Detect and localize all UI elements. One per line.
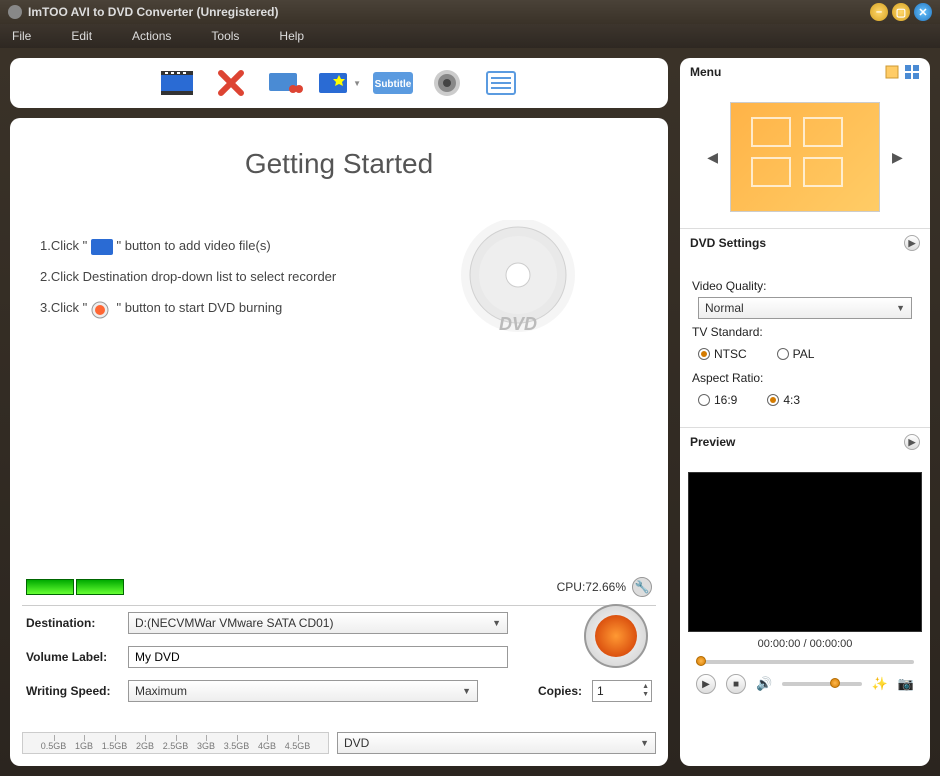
destination-dropdown[interactable]: D:(NECVMWar VMware SATA CD01)▼ (128, 612, 508, 634)
minimize-button[interactable]: – (870, 3, 888, 21)
video-quality-label: Video Quality: (692, 279, 918, 293)
play-button[interactable]: ▶ (696, 674, 716, 694)
dvd-icon: DVD (458, 220, 578, 340)
close-button[interactable]: ✕ (914, 3, 932, 21)
cpu-label: CPU:72.66% (557, 580, 626, 594)
menu-next-button[interactable]: ▶ (888, 145, 907, 170)
template-menu-icon[interactable] (904, 64, 920, 80)
menu-edit[interactable]: Edit (71, 29, 92, 43)
preview-expand-button[interactable]: ▶ (904, 434, 920, 450)
window-title: ImTOO AVI to DVD Converter (Unregistered… (28, 5, 866, 19)
dvd-settings-label: DVD Settings (690, 236, 766, 250)
add-video-button[interactable] (155, 65, 199, 101)
seek-slider[interactable] (696, 660, 914, 664)
burn-button[interactable] (584, 604, 648, 668)
getting-started-title: Getting Started (10, 118, 668, 190)
ruler-tick-label: 1GB (75, 741, 93, 751)
ruler-tick-label: 0.5GB (41, 741, 67, 751)
preview-video (688, 472, 922, 632)
edit-menu-icon[interactable] (884, 64, 900, 80)
audio-button[interactable] (425, 65, 469, 101)
ruler-tick-label: 2GB (136, 741, 154, 751)
volume-label-input[interactable] (128, 646, 508, 668)
menubar: File Edit Actions Tools Help (0, 24, 940, 48)
clip-button[interactable] (263, 65, 307, 101)
pal-radio[interactable]: PAL (777, 347, 815, 361)
content-panel: Getting Started 1.Click " " button to ad… (10, 118, 668, 766)
dvd-settings-expand-button[interactable]: ▶ (904, 235, 920, 251)
ntsc-radio[interactable]: NTSC (698, 347, 747, 361)
ruler-tick-label: 4.5GB (285, 741, 311, 751)
menu-actions[interactable]: Actions (132, 29, 171, 43)
list-button[interactable] (479, 65, 523, 101)
volume-label-label: Volume Label: (26, 650, 118, 664)
aspect-43-radio[interactable]: 4:3 (767, 393, 800, 407)
add-video-inline-icon (91, 239, 113, 255)
svg-text:Subtitle: Subtitle (375, 79, 412, 90)
volume-icon[interactable]: 🔊 (756, 676, 772, 692)
aspect-ratio-label: Aspect Ratio: (692, 371, 918, 385)
ruler-tick-label: 3GB (197, 741, 215, 751)
disc-type-dropdown[interactable]: DVD▼ (337, 732, 656, 754)
snapshot-icon[interactable]: 📷 (898, 676, 914, 692)
cpu-gauge (26, 579, 74, 595)
toolbar: ▼ Subtitle (10, 58, 668, 108)
menu-template-thumb[interactable] (730, 102, 880, 212)
ruler-tick-label: 3.5GB (224, 741, 250, 751)
svg-text:DVD: DVD (499, 314, 537, 334)
copies-spinner[interactable]: 1 ▲▼ (592, 680, 652, 702)
writing-speed-dropdown[interactable]: Maximum▼ (128, 680, 478, 702)
remove-button[interactable] (209, 65, 253, 101)
stop-button[interactable]: ■ (726, 674, 746, 694)
size-ruler: 0.5GB 1GB 1.5GB 2GB 2.5GB 3GB 3.5GB 4GB 4.5GB DV… (22, 720, 656, 754)
copies-label: Copies: (538, 684, 582, 698)
ruler-tick-label: 2.5GB (163, 741, 189, 751)
tv-standard-label: TV Standard: (692, 325, 918, 339)
wand-icon[interactable]: ✨ (872, 676, 888, 692)
video-quality-dropdown[interactable]: Normal▼ (698, 297, 912, 319)
ruler-tick-label: 1.5GB (102, 741, 128, 751)
destination-label: Destination: (26, 616, 118, 630)
app-icon (8, 5, 22, 19)
maximize-button[interactable]: ▢ (892, 3, 910, 21)
aspect-169-radio[interactable]: 16:9 (698, 393, 737, 407)
time-display: 00:00:00 / 00:00:00 (688, 632, 922, 656)
right-panel: Menu ◀ ▶ DVD Settings ▶ Video Quality: N… (680, 58, 930, 766)
menu-tools[interactable]: Tools (211, 29, 239, 43)
writing-speed-label: Writing Speed: (26, 684, 118, 698)
menu-help[interactable]: Help (279, 29, 304, 43)
volume-slider[interactable] (782, 682, 861, 686)
titlebar: ImTOO AVI to DVD Converter (Unregistered… (0, 0, 940, 24)
burn-inline-icon (91, 301, 113, 317)
effects-button[interactable]: ▼ (317, 65, 361, 101)
settings-gear-button[interactable]: 🔧 (632, 577, 652, 597)
cpu-bar: CPU:72.66% 🔧 (10, 569, 668, 605)
menu-prev-button[interactable]: ◀ (703, 145, 722, 170)
ruler-track: 0.5GB 1GB 1.5GB 2GB 2.5GB 3GB 3.5GB 4GB 4.5GB (22, 732, 329, 754)
menu-file[interactable]: File (12, 29, 31, 43)
menu-section-label: Menu (690, 65, 721, 79)
instructions: 1.Click " " button to add video file(s) … (10, 190, 668, 334)
preview-label: Preview (690, 435, 735, 449)
ruler-tick-label: 4GB (258, 741, 276, 751)
cpu-gauge (76, 579, 124, 595)
subtitle-button[interactable]: Subtitle (371, 65, 415, 101)
